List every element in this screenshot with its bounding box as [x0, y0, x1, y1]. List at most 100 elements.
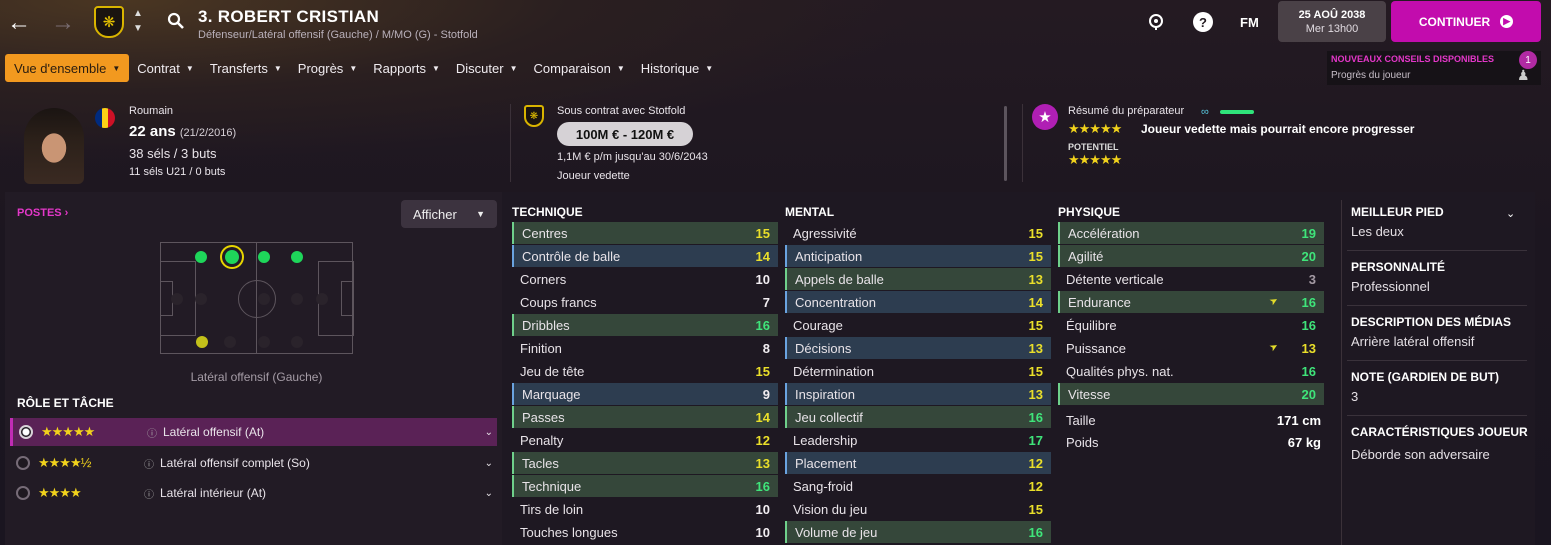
club-badge-icon[interactable]: ❋	[94, 6, 124, 38]
role-row[interactable]: ★★★★ ⓘ Latéral intérieur (At) ⌄	[10, 479, 497, 507]
attribute-name: Agilité	[1068, 248, 1104, 264]
attribute-row[interactable]: Anticipation 15	[785, 245, 1051, 267]
pitch-diagram	[160, 242, 354, 354]
positions-link[interactable]: POSTES ›	[17, 207, 68, 219]
attribute-row[interactable]: Sang-froid 12	[785, 475, 1051, 497]
attribute-row[interactable]: Jeu de tête 15	[512, 360, 778, 382]
attribute-value: 20	[1301, 386, 1316, 402]
attribute-row[interactable]: Puissance 13 ➤	[1058, 337, 1324, 359]
attribute-name: Centres	[522, 225, 568, 241]
tab-overview[interactable]: Vue d'ensemble ▼	[5, 54, 130, 82]
attribute-row[interactable]: Appels de balle 13	[785, 268, 1051, 290]
tab-comparison[interactable]: Comparaison ▼	[526, 54, 633, 82]
attribute-row[interactable]: Courage 15	[785, 314, 1051, 336]
fm-menu[interactable]: FM	[1240, 15, 1259, 30]
value-pill[interactable]: 100M € - 120M €	[557, 122, 693, 146]
role-radio[interactable]	[16, 456, 30, 470]
back-arrow-icon[interactable]: ←	[6, 8, 32, 38]
tab-progress[interactable]: Progrès ▼	[290, 54, 365, 82]
role-row[interactable]: ★★★★★ ⓘ Latéral offensif (At) ⌄	[10, 418, 497, 446]
chevron-down-icon: ▼	[509, 63, 518, 73]
attribute-value: 13	[1028, 386, 1043, 402]
attribute-row[interactable]: Vision du jeu 15	[785, 498, 1051, 520]
attribute-row[interactable]: Tirs de loin 10	[512, 498, 778, 520]
tab-contract[interactable]: Contrat ▼	[129, 54, 202, 82]
attribute-name: Placement	[795, 455, 857, 471]
attribute-row[interactable]: Placement 12	[785, 452, 1051, 474]
attribute-row[interactable]: Volume de jeu 16	[785, 521, 1051, 543]
height-label: Taille	[1066, 413, 1096, 428]
tab-transfers[interactable]: Transferts ▼	[202, 54, 290, 82]
attribute-row[interactable]: Penalty 12	[512, 429, 778, 451]
attribute-row[interactable]: Touches longues 10	[512, 521, 778, 543]
coach-star-icon: ★	[1032, 104, 1058, 130]
attribute-value: 15	[755, 225, 770, 241]
advice-notification[interactable]: NOUVEAUX CONSEILS DISPONIBLES Progrès du…	[1327, 51, 1541, 85]
chevron-down-icon: ▼	[431, 63, 440, 73]
attribute-row[interactable]: Vitesse 20	[1058, 383, 1324, 405]
chevron-up-icon[interactable]: ▲	[133, 8, 145, 19]
caps: 38 séls / 3 buts	[129, 146, 217, 161]
attribute-row[interactable]: Corners 10	[512, 268, 778, 290]
chevron-down-icon[interactable]: ⌄	[485, 488, 493, 499]
attribute-value: 13	[1028, 340, 1043, 356]
date-box[interactable]: 25 AOÛ 2038 Mer 13h00	[1278, 1, 1386, 42]
info-head-gk: NOTE (GARDIEN DE BUT)	[1351, 370, 1499, 384]
attribute-row[interactable]: Leadership 17	[785, 429, 1051, 451]
forward-arrow-icon[interactable]: →	[50, 8, 76, 38]
chevron-down-icon[interactable]: ⌄	[485, 427, 493, 438]
continue-button[interactable]: CONTINUER ▶	[1391, 1, 1541, 42]
role-radio[interactable]	[19, 425, 33, 439]
attribute-row[interactable]: Accélération 19	[1058, 222, 1324, 244]
chevron-down-icon: ▼	[616, 63, 625, 73]
attribute-row[interactable]: Endurance 16 ➤	[1058, 291, 1324, 313]
attribute-value: 15	[1028, 225, 1043, 241]
binoculars-icon: ∞	[1201, 106, 1209, 118]
attribute-row[interactable]: Centres 15	[512, 222, 778, 244]
info-head-media: DESCRIPTION DES MÉDIAS	[1351, 315, 1512, 329]
role-radio[interactable]	[16, 486, 30, 500]
roles-title: RÔLE ET TÂCHE	[17, 396, 114, 410]
weight-label: Poids	[1066, 435, 1099, 450]
tab-discuss[interactable]: Discuter ▼	[448, 54, 526, 82]
help-icon[interactable]: ?	[1193, 12, 1213, 32]
attribute-name: Dribbles	[522, 317, 570, 333]
attribute-row[interactable]: Agressivité 15	[785, 222, 1051, 244]
info-icon[interactable]: ⓘ	[144, 486, 154, 501]
tab-reports[interactable]: Rapports ▼	[365, 54, 448, 82]
attribute-row[interactable]: Concentration 14	[785, 291, 1051, 313]
attribute-row[interactable]: Agilité 20	[1058, 245, 1324, 267]
attribute-value: 3	[1308, 271, 1316, 287]
coach-icon: ♟	[1517, 67, 1530, 83]
role-row[interactable]: ★★★★½ ⓘ Latéral offensif complet (So) ⌄	[10, 449, 497, 477]
attribute-row[interactable]: Décisions 13	[785, 337, 1051, 359]
weight-value: 67 kg	[1287, 435, 1321, 450]
afficher-dropdown[interactable]: Afficher ▼	[401, 200, 497, 228]
attribute-row[interactable]: Dribbles 16	[512, 314, 778, 336]
attribute-row[interactable]: Finition 8	[512, 337, 778, 359]
attribute-row[interactable]: Détermination 15	[785, 360, 1051, 382]
attribute-row[interactable]: Contrôle de balle 14	[512, 245, 778, 267]
tab-history[interactable]: Historique ▼	[633, 54, 721, 82]
attribute-row[interactable]: Détente verticale 3	[1058, 268, 1324, 290]
scrollbar[interactable]	[1004, 106, 1007, 181]
attribute-row[interactable]: Jeu collectif 16	[785, 406, 1051, 428]
attribute-row[interactable]: Tacles 13	[512, 452, 778, 474]
knowledge-bar	[1220, 110, 1254, 114]
attribute-row[interactable]: Technique 16	[512, 475, 778, 497]
attribute-row[interactable]: Qualités phys. nat. 16	[1058, 360, 1324, 382]
attribute-row[interactable]: Équilibre 16	[1058, 314, 1324, 336]
attribute-row[interactable]: Coups francs 7	[512, 291, 778, 313]
info-icon[interactable]: ⓘ	[147, 425, 157, 440]
ball-icon[interactable]	[1146, 12, 1166, 32]
info-icon[interactable]: ⓘ	[144, 456, 154, 471]
chevron-down-icon[interactable]: ⌄	[485, 458, 493, 469]
attribute-name: Jeu de tête	[520, 363, 585, 379]
attribute-row[interactable]: Inspiration 13	[785, 383, 1051, 405]
chevron-down-icon[interactable]: ▼	[133, 23, 145, 34]
search-icon[interactable]	[166, 11, 186, 31]
chevron-down-icon[interactable]: ⌄	[1506, 207, 1515, 220]
coach-label: Résumé du préparateur	[1068, 105, 1185, 117]
attribute-row[interactable]: Marquage 9	[512, 383, 778, 405]
attribute-row[interactable]: Passes 14	[512, 406, 778, 428]
